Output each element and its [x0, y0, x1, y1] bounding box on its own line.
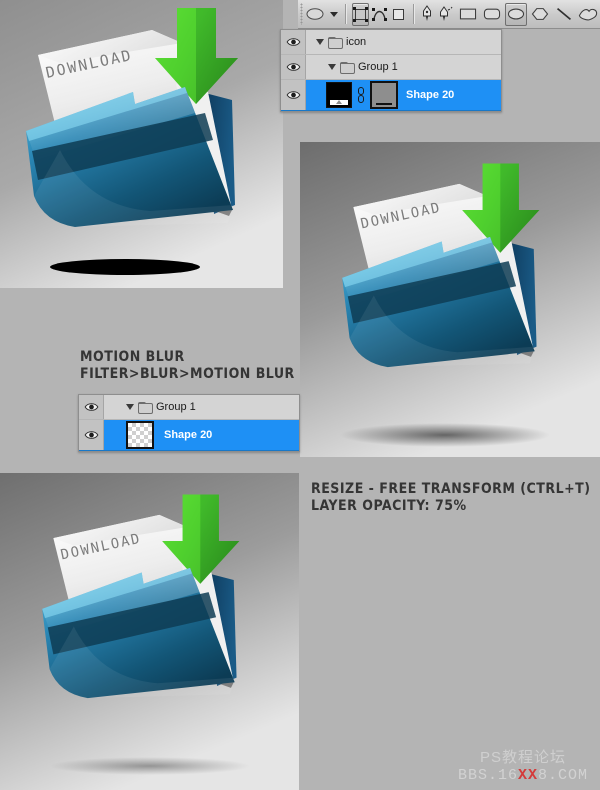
layer-thumbnail[interactable]: [326, 82, 352, 108]
caption-resize: RESIZE - FREE TRANSFORM (CTRL+T) LAYER O…: [311, 481, 591, 514]
layer-row-icon-group[interactable]: icon: [281, 30, 501, 55]
polygon-icon: [531, 8, 549, 20]
line-tool[interactable]: [553, 3, 575, 26]
artwork-panel-step-1: DOWNLOAD: [0, 0, 283, 288]
watermark-line-2: BBS.16XX8.COM: [458, 767, 588, 784]
folder-illustration-step-2: DOWNLOAD: [300, 142, 600, 457]
folder-icon: [328, 37, 343, 49]
fill-pixels-mode[interactable]: [390, 3, 407, 26]
watermark: PS教程论坛 BBS.16XX8.COM: [458, 746, 588, 784]
freeform-pen-icon: [440, 6, 453, 21]
group-expand-twisty[interactable]: [328, 64, 336, 70]
pen-tool-icon: [423, 5, 431, 21]
folder-icon: [138, 402, 153, 414]
soft-resized-shadow: [50, 757, 250, 775]
rectangle-tool[interactable]: [457, 3, 479, 26]
paths-icon: [371, 7, 387, 21]
pen-tool[interactable]: [419, 3, 435, 26]
layer-visibility-toggle[interactable]: [281, 80, 306, 110]
layer-name: Shape 20: [406, 89, 455, 101]
folder-icon: [340, 62, 355, 74]
layer-visibility-toggle[interactable]: [79, 420, 104, 450]
layer-name: Group 1: [156, 401, 196, 413]
shape-layers-mode[interactable]: [351, 2, 369, 26]
layer-mask-thumbnail[interactable]: [370, 81, 398, 109]
link-icon[interactable]: [357, 87, 365, 103]
layer-row-shape-20[interactable]: Shape 20: [281, 80, 501, 111]
layer-visibility-toggle[interactable]: [281, 30, 306, 54]
layer-name: icon: [346, 36, 367, 48]
ellipse-icon: [507, 8, 525, 20]
eye-icon: [286, 63, 300, 71]
watermark-line-2-highlight: XX: [517, 767, 538, 784]
artwork-panel-step-2: DOWNLOAD: [300, 142, 600, 457]
shape-layers-icon: [352, 6, 368, 22]
line-icon: [556, 7, 572, 21]
layer-name: Shape 20: [164, 429, 213, 441]
eye-icon: [84, 403, 98, 411]
toolbar-drag-grip[interactable]: [300, 3, 304, 25]
caption-motion-blur: MOTION BLUR FILTER>BLUR>MOTION BLUR: [80, 349, 295, 382]
layers-panel-top[interactable]: icon Group 1 Shape 20: [280, 29, 502, 112]
polygon-tool[interactable]: [529, 3, 551, 26]
motion-blurred-shadow: [340, 423, 550, 447]
rounded-rectangle-tool[interactable]: [481, 3, 503, 26]
watermark-line-1: PS教程论坛: [479, 749, 566, 766]
layer-visibility-toggle[interactable]: [281, 55, 306, 79]
photoshop-options-toolbar: [298, 0, 600, 29]
folder-illustration-step-3: DOWNLOAD: [0, 473, 299, 790]
chevron-down-icon: [329, 11, 338, 17]
layer-name: Group 1: [358, 61, 398, 73]
layer-row-shape-20[interactable]: Shape 20: [79, 420, 299, 451]
layer-visibility-toggle[interactable]: [79, 395, 104, 419]
group-expand-twisty[interactable]: [126, 404, 134, 410]
watermark-line-2-post: 8.COM: [537, 767, 588, 784]
custom-shape-tool[interactable]: [577, 3, 599, 26]
layers-panel-middle[interactable]: Group 1 Shape 20: [78, 394, 300, 452]
rectangle-icon: [459, 8, 477, 20]
shape-preview[interactable]: [304, 3, 326, 26]
artwork-panel-step-3: DOWNLOAD: [0, 473, 299, 790]
watermark-line-2-pre: BBS.16: [457, 767, 518, 784]
layer-row-group-1[interactable]: Group 1: [281, 55, 501, 80]
hard-shadow-ellipse: [50, 259, 200, 275]
eye-icon: [286, 38, 300, 46]
ellipse-shape-icon: [306, 8, 324, 20]
layer-row-group-1[interactable]: Group 1: [79, 395, 299, 420]
freeform-pen-tool[interactable]: [437, 3, 455, 26]
paths-mode[interactable]: [371, 3, 388, 26]
rounded-rectangle-icon: [483, 8, 501, 20]
custom-shape-icon: [578, 8, 598, 21]
layer-thumbnail[interactable]: [126, 421, 154, 449]
group-expand-twisty[interactable]: [316, 39, 324, 45]
eye-icon: [286, 91, 300, 99]
folder-illustration-step-1: DOWNLOAD: [0, 0, 283, 288]
fill-pixels-icon: [392, 8, 404, 20]
eye-icon: [84, 431, 98, 439]
shape-preset-picker[interactable]: [328, 3, 339, 26]
ellipse-tool[interactable]: [505, 2, 527, 26]
